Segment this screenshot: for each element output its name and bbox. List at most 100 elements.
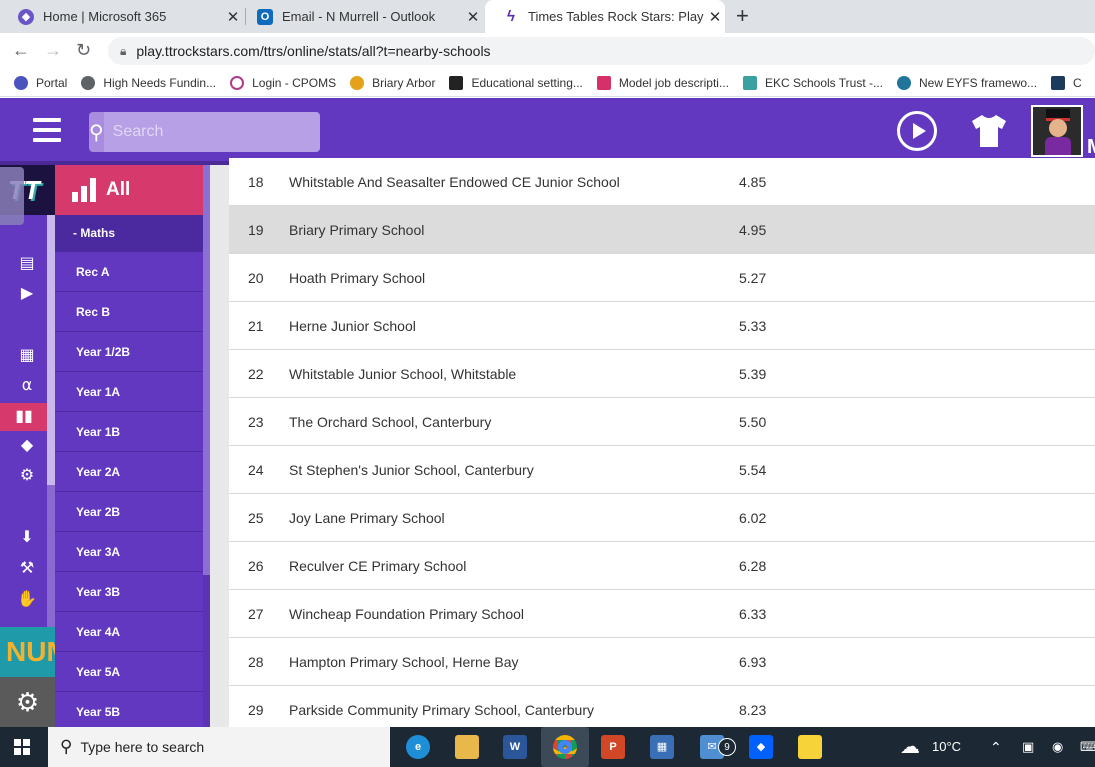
close-tab-icon[interactable]: ✕	[705, 8, 725, 26]
chevron-up-icon[interactable]: ⌃	[990, 727, 1002, 767]
class-item[interactable]: Rec B	[55, 292, 203, 332]
cell-school: Whitstable And Seasalter Endowed CE Juni…	[289, 173, 620, 190]
keyboard-icon[interactable]: ⌨	[1080, 727, 1095, 767]
class-item[interactable]: Year 1B	[55, 412, 203, 452]
word-icon[interactable]: W	[503, 735, 527, 759]
cell-time: 6.33	[739, 605, 767, 622]
taskbar-search[interactable]: ⚲ Type here to search	[48, 727, 390, 767]
windows-start-icon[interactable]	[14, 739, 30, 755]
device-icon[interactable]: ▣	[1022, 727, 1034, 767]
network-icon[interactable]: ◉	[1052, 727, 1063, 767]
table-row[interactable]: 28 Hampton Primary School, Herne Bay 6.93	[229, 638, 1095, 686]
class-item[interactable]: Year 5B	[55, 692, 203, 732]
bookmark-icon	[14, 75, 28, 90]
chrome-icon[interactable]	[541, 727, 589, 767]
search-icon: ⚲	[89, 121, 104, 144]
cell-rank: 20	[248, 269, 264, 286]
bookmark-label: Login - CPOMS	[252, 75, 337, 90]
search-input[interactable]	[103, 112, 320, 152]
side-drawer-handle[interactable]	[0, 167, 24, 225]
menu-subheading[interactable]: - Maths	[55, 215, 203, 252]
class-item[interactable]: Year 2A	[55, 452, 203, 492]
class-item[interactable]: Year 1A	[55, 372, 203, 412]
headphones-icon[interactable]: ⍺	[14, 375, 40, 397]
table-row[interactable]: 18 Whitstable And Seasalter Endowed CE Ju…	[229, 158, 1095, 206]
icon-rail: TT ▤ ▶ ▦ ⍺ ▮▮ ◆ ⚙ ⬇ ⚒ ✋ NUM ⚙	[0, 165, 55, 727]
cell-rank: 24	[248, 461, 264, 478]
menu-icon[interactable]	[33, 118, 61, 142]
table-row[interactable]: 20 Hoath Primary School 5.27	[229, 254, 1095, 302]
bookmark[interactable]: Briary Arbor	[350, 75, 435, 90]
back-icon[interactable]: ←	[12, 40, 30, 61]
bookmark[interactable]: Educational setting...	[449, 75, 583, 90]
stats-icon[interactable]: ▮▮	[0, 403, 48, 431]
table-row[interactable]: 26 Reculver CE Primary School 6.28	[229, 542, 1095, 590]
table-row[interactable]: 19 Briary Primary School 4.95	[229, 206, 1095, 254]
table-row[interactable]: 29 Parkside Community Primary School, Can…	[229, 686, 1095, 727]
browser-tab-bar: ◆ Home | Microsoft 365 ✕ O Email - N Mur…	[0, 0, 1095, 33]
weather-icon[interactable]: ☁	[900, 727, 920, 767]
bookmark[interactable]: Portal	[14, 75, 67, 90]
video-icon[interactable]: ▶	[14, 283, 40, 305]
ticket-icon[interactable]: ◆	[14, 435, 40, 457]
class-item[interactable]: Year 5A	[55, 652, 203, 692]
settings-icon[interactable]: ⚙	[0, 677, 55, 727]
table-row[interactable]: 25 Joy Lane Primary School 6.02	[229, 494, 1095, 542]
file-explorer-icon[interactable]	[455, 735, 479, 759]
reload-icon[interactable]: ↻	[76, 40, 91, 61]
dropbox-icon[interactable]: ◆	[749, 735, 773, 759]
bookmark[interactable]: Login - CPOMS	[230, 75, 337, 90]
class-item[interactable]: Year 4A	[55, 612, 203, 652]
gear-icon[interactable]: ⚙	[14, 465, 40, 487]
class-item[interactable]: Year 2B	[55, 492, 203, 532]
document-icon[interactable]: ▤	[14, 253, 40, 275]
store-icon[interactable]: ▦	[650, 735, 674, 759]
cell-rank: 21	[248, 317, 264, 334]
sticky-notes-icon[interactable]	[798, 735, 822, 759]
avatar[interactable]	[1031, 105, 1083, 157]
browser-tab[interactable]: O Email - N Murrell - Outlook ✕	[239, 0, 483, 33]
url-field[interactable]: 🔒︎ play.ttrockstars.com/ttrs/online/stat…	[108, 37, 1095, 65]
temperature[interactable]: 10°C	[932, 727, 961, 767]
browser-tab[interactable]: ◆ Home | Microsoft 365 ✕	[0, 0, 243, 33]
bookmark[interactable]: New EYFS framewo...	[897, 75, 1037, 90]
browser-tab-active[interactable]: ϟ Times Tables Rock Stars: Play ✕	[485, 0, 725, 33]
bookmark[interactable]: High Needs Fundin...	[81, 75, 216, 90]
wrench-icon[interactable]: ⚒	[14, 558, 40, 580]
grid-icon[interactable]: ▦	[14, 345, 40, 367]
menu-scrollbar[interactable]	[203, 165, 210, 727]
lock-icon: 🔒︎	[120, 43, 127, 58]
cell-school: Parkside Community Primary School, Cante…	[289, 701, 594, 718]
bookmark[interactable]: C	[1051, 75, 1082, 90]
outlook-icon: O	[257, 8, 273, 25]
taskbar-search-placeholder: Type here to search	[80, 739, 205, 755]
table-row[interactable]: 22 Whitstable Junior School, Whitstable 5.…	[229, 350, 1095, 398]
cell-rank: 18	[248, 173, 264, 190]
table-row[interactable]: 21 Herne Junior School 5.33	[229, 302, 1095, 350]
cell-school: Hoath Primary School	[289, 269, 426, 286]
class-item[interactable]: Rec A	[55, 252, 203, 292]
hand-icon[interactable]: ✋	[14, 589, 40, 611]
class-item[interactable]: Year 3B	[55, 572, 203, 612]
bookmark-icon	[897, 75, 911, 90]
new-tab-button[interactable]: +	[736, 3, 749, 29]
bookmark[interactable]: Model job descripti...	[596, 75, 729, 90]
edge-icon[interactable]: e	[406, 735, 430, 759]
table-row[interactable]: 24 St Stephen's Junior School, Canterbury…	[229, 446, 1095, 494]
powerpoint-icon[interactable]: P	[601, 735, 625, 759]
table-row[interactable]: 23 The Orchard School, Canterbury 5.50	[229, 398, 1095, 446]
class-item[interactable]: Year 3A	[55, 532, 203, 572]
play-icon[interactable]	[897, 111, 937, 151]
numbots-logo[interactable]: NUM	[0, 627, 55, 677]
tshirt-icon[interactable]	[969, 113, 1009, 149]
menu-header-all[interactable]: All	[55, 165, 203, 215]
close-tab-icon[interactable]: ✕	[463, 8, 483, 26]
download-icon[interactable]: ⬇	[14, 527, 40, 549]
class-item[interactable]: Year 1/2B	[55, 332, 203, 372]
forward-icon[interactable]: →	[44, 40, 62, 61]
cell-rank: 23	[248, 413, 264, 430]
tab-title: Home | Microsoft 365	[43, 9, 167, 24]
table-row[interactable]: 27 Wincheap Foundation Primary School 6.33	[229, 590, 1095, 638]
cell-time: 6.93	[739, 653, 767, 670]
bookmark[interactable]: EKC Schools Trust -...	[742, 75, 883, 90]
